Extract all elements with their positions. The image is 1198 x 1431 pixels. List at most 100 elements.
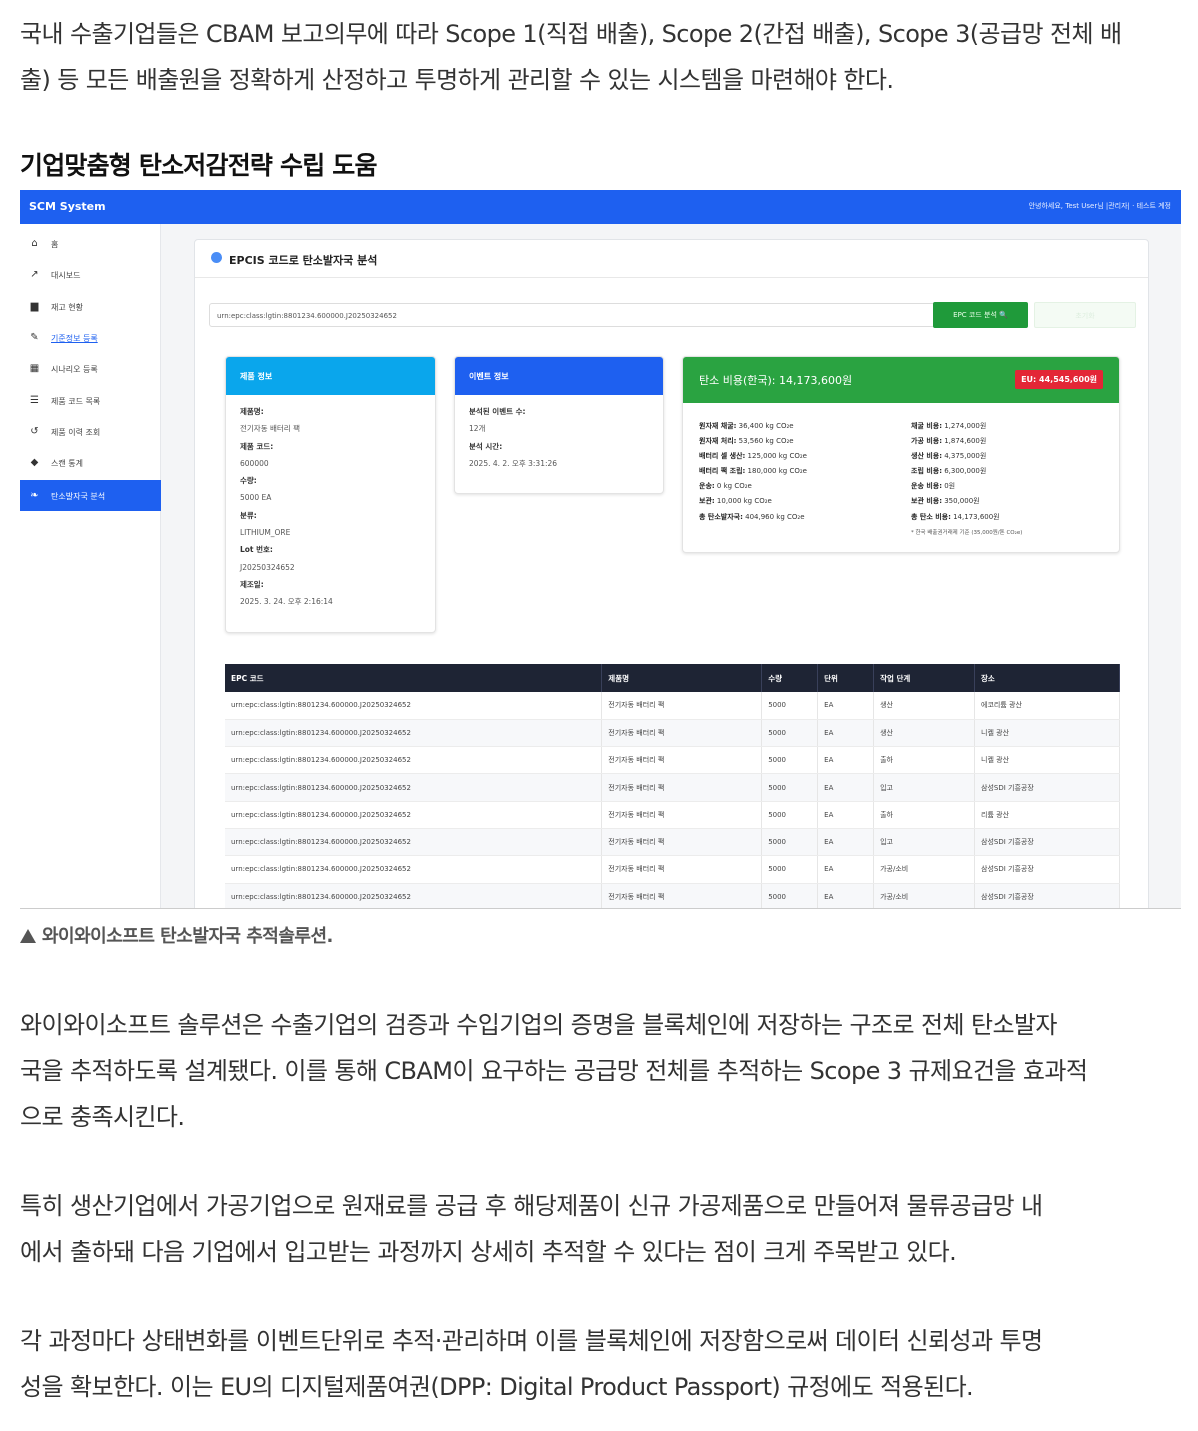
table-header-cell[interactable]: EPC 코드 [225, 664, 603, 692]
table-cell: 전기자동 배터리 팩 [601, 801, 763, 829]
carbon-value: 1,874,600원 [942, 437, 987, 446]
app-brand: SCM System [29, 200, 106, 213]
sidebar-item[interactable]: ↺ 제품 이력 조회 [20, 416, 161, 447]
paragraph-line: 성을 확보한다. 이는 EU의 디지털제품여권(DPP: Digital Pro… [20, 1373, 974, 1401]
table-cell: 전기자동 배터리 팩 [601, 746, 763, 775]
carbon-row: 채굴 비용: 1,274,000원 [911, 419, 1000, 434]
sidebar-item-label: 기준정보 등록 [51, 334, 98, 343]
carbon-row: 배터리 팩 조립: 180,000 kg CO₂e [699, 464, 807, 479]
sidebar-item[interactable]: ❧ 탄소발자국 분석 [20, 480, 161, 511]
table-cell: 5000 [761, 692, 819, 720]
table-cell: 5000 [761, 855, 819, 884]
carbon-value: 6,300,000원 [942, 467, 987, 476]
carbon-label: 가공 비용: [911, 437, 942, 446]
table-cell: 니켈 광산 [974, 719, 1120, 748]
table-cell: 생산 [873, 719, 976, 748]
table-header-cell[interactable]: 수량 [761, 664, 819, 692]
field-label: 분석된 이벤트 수: [469, 407, 526, 416]
analyze-epc-button[interactable]: EPC 코드 분석 🔍 [933, 302, 1028, 328]
sidebar-item[interactable]: ⌂ 홈 [20, 228, 161, 259]
field-value: 2025. 3. 24. 오후 2:16:14 [240, 597, 333, 607]
table-row[interactable]: urn:epc:class:lgtin:8801234.600000.J2025… [225, 692, 1120, 720]
table-cell: 전기자동 배터리 팩 [601, 828, 763, 857]
carbon-row: 총 탄소발자국: 404,960 kg CO₂e [699, 510, 807, 525]
field-label: 분류: [240, 510, 257, 520]
table-header-cell[interactable]: 장소 [974, 664, 1120, 692]
table-cell: 가공/소비 [873, 883, 976, 908]
paragraph-line: 국내 수출기업들은 CBAM 보고의무에 따라 Scope 1(직접 배출), … [20, 20, 1122, 48]
edit-icon: ✎ [30, 332, 39, 343]
carbon-value: 53,560 kg CO₂e [736, 437, 794, 446]
warehouse-icon: ▆ [30, 301, 39, 312]
table-row[interactable]: urn:epc:class:lgtin:8801234.600000.J2025… [225, 883, 1120, 908]
sidebar-item-label: 대시보드 [51, 271, 81, 280]
table-header-cell[interactable]: 제품명 [601, 664, 763, 692]
table-cell: 전기자동 배터리 팩 [601, 855, 763, 884]
sidebar-item[interactable]: ▦ 시나리오 등록 [20, 353, 161, 384]
carbon-row: 조립 비용: 6,300,000원 [911, 464, 1000, 479]
sidebar-item-label: 홈 [51, 240, 59, 249]
carbon-row: 가공 비용: 1,874,600원 [911, 434, 1000, 449]
carbon-value: 10,000 kg CO₂e [714, 497, 772, 506]
paragraph-line: 특히 생산기업에서 가공기업으로 원재료를 공급 후 해당제품이 신규 가공제품… [20, 1192, 1043, 1220]
product-info-header: 제품 정보 [226, 357, 435, 395]
field-value: 12개 [469, 424, 486, 434]
sidebar-item-label: 탄소발자국 분석 [51, 492, 106, 501]
table-row[interactable]: urn:epc:class:lgtin:8801234.600000.J2025… [225, 773, 1120, 802]
carbon-value: 1,274,000원 [942, 422, 987, 430]
carbon-cost-card: 탄소 비용(한국): 14,173,600원 EU: 44,545,600원 원… [682, 356, 1120, 553]
carbon-label: 원자재 처리: [699, 437, 737, 446]
table-row[interactable]: urn:epc:class:lgtin:8801234.600000.J2025… [225, 746, 1120, 775]
carbon-label: 생산 비용: [911, 452, 942, 461]
event-info-card: 이벤트 정보 분석된 이벤트 수: 12개 분석 시간: 2025. 4. 2. 오후… [454, 356, 664, 494]
sidebar-item[interactable]: ▆ 재고 현황 [20, 291, 161, 322]
table-cell: 전기자동 배터리 팩 [601, 883, 763, 908]
carbon-value: 125,000 kg CO₂e [745, 452, 807, 461]
reset-button[interactable]: 초기화 [1034, 302, 1136, 328]
field-label: 수량: [240, 476, 257, 486]
body-paragraph-1: 와이와이소프트 솔루션은 수출기업의 검증과 수입기업의 증명을 블록체인에 저… [20, 1002, 1181, 1140]
carbon-row: 원자재 채굴: 36,400 kg CO₂e [699, 419, 807, 434]
sidebar-item[interactable]: ✎ 기준정보 등록 [20, 322, 161, 353]
sidebar-item[interactable]: ↗ 대시보드 [20, 259, 161, 290]
sidebar-item-label: 스캔 통계 [51, 459, 83, 468]
user-greeting[interactable]: 안녕하세요, Test User님 |관리자| · 테스트 계정 [1029, 201, 1171, 211]
history-icon: ↺ [30, 426, 39, 437]
table-header-cell[interactable]: 작업 단계 [873, 664, 976, 692]
paragraph-line: 출) 등 모든 배출원을 정확하게 산정하고 투명하게 관리할 수 있는 시스템… [20, 66, 894, 94]
carbon-cost-korea: 탄소 비용(한국): 14,173,600원 [699, 374, 853, 387]
table-cell: 삼성SDI 기흥공장 [974, 828, 1120, 857]
field-value: 전기자동 배터리 팩 [240, 424, 300, 434]
carbon-value: 350,000원 [942, 497, 980, 506]
sidebar-item[interactable]: ☰ 제품 코드 목록 [20, 385, 161, 416]
field-value: 600000 [240, 458, 269, 468]
table-row[interactable]: urn:epc:class:lgtin:8801234.600000.J2025… [225, 828, 1120, 857]
carbon-label: 보관 비용: [911, 497, 942, 506]
table-row[interactable]: urn:epc:class:lgtin:8801234.600000.J2025… [225, 719, 1120, 748]
table-cell: 출하 [873, 801, 976, 829]
epc-code-input[interactable]: urn:epc:class:lgtin:8801234.600000.J2025… [209, 303, 935, 327]
carbon-row: 운송 비용: 0원 [911, 479, 1000, 494]
event-info-header: 이벤트 정보 [455, 357, 663, 395]
table-row[interactable]: urn:epc:class:lgtin:8801234.600000.J2025… [225, 855, 1120, 884]
carbon-row: 배터리 셀 생산: 125,000 kg CO₂e [699, 449, 807, 464]
table-cell: 삼성SDI 기흥공장 [974, 773, 1120, 802]
body-paragraph-3: 각 과정마다 상태변화를 이벤트단위로 추적·관리하며 이를 블록체인에 저장함… [20, 1318, 1181, 1410]
field-value: 5000 EA [240, 493, 272, 503]
carbon-label: 운송: [699, 482, 715, 491]
table-cell: 니켈 광산 [974, 746, 1120, 775]
table-cell: EA [817, 746, 875, 775]
table-cell: 5000 [761, 883, 819, 908]
field-label: 제조일: [240, 579, 264, 589]
sidebar-item[interactable]: ◆ 스캔 통계 [20, 447, 161, 478]
table-cell: EA [817, 719, 875, 748]
carbon-value: 180,000 kg CO₂e [745, 467, 807, 476]
intro-paragraph: 국내 수출기업들은 CBAM 보고의무에 따라 Scope 1(직접 배출), … [20, 11, 1181, 103]
table-cell: urn:epc:class:lgtin:8801234.600000.J2025… [225, 719, 603, 748]
table-cell: 생산 [873, 692, 976, 720]
carbon-value: 4,375,000원 [942, 452, 987, 461]
table-row[interactable]: urn:epc:class:lgtin:8801234.600000.J2025… [225, 801, 1120, 829]
field-value: LITHIUM_ORE [240, 528, 291, 538]
table-header-cell[interactable]: 단위 [817, 664, 875, 692]
table-cell: 5000 [761, 828, 819, 857]
